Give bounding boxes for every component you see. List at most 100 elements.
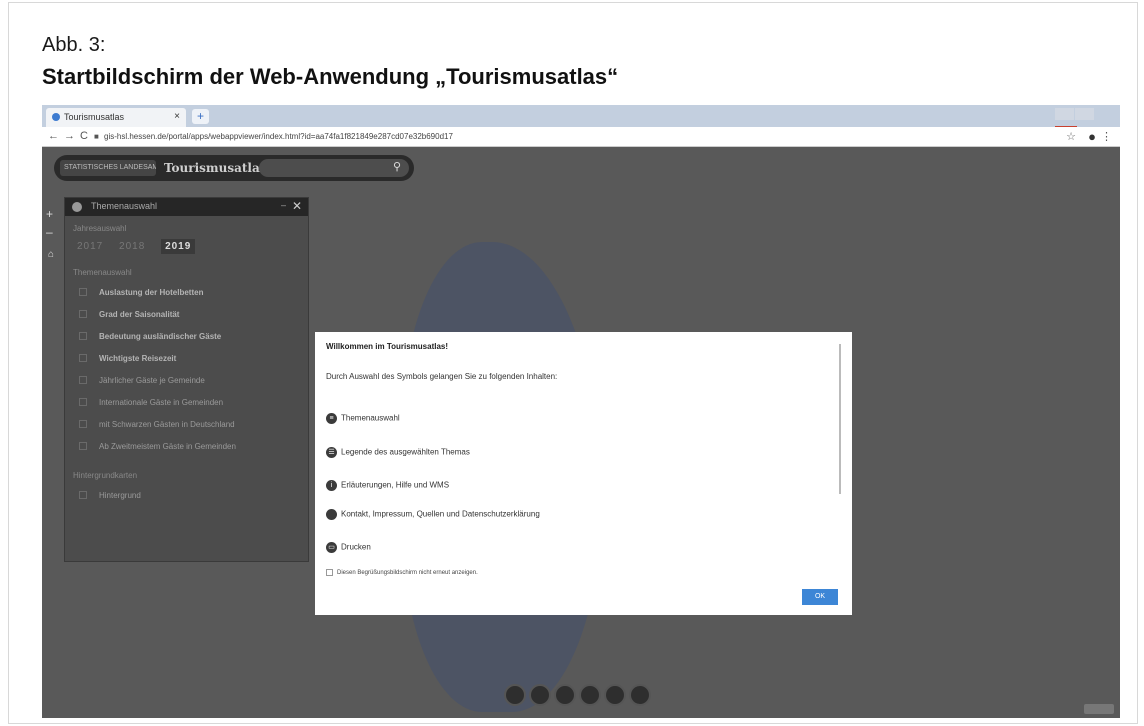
legend-icon: ☰	[326, 447, 337, 458]
background-label: Hintergrund	[99, 491, 141, 500]
map-search-input[interactable]: ⚲	[259, 159, 409, 177]
zoom-in-button[interactable]: +	[46, 205, 60, 223]
tab-title: Tourismusatlas	[64, 112, 125, 122]
dialog-item-label: Themenauswahl	[341, 413, 400, 423]
widget-toolbar	[504, 684, 660, 710]
contact-icon	[326, 509, 337, 520]
theme-checkbox[interactable]	[79, 442, 87, 450]
lock-icon: ■	[94, 132, 99, 141]
theme-label: Auslastung der Hotelbetten	[99, 288, 204, 297]
theme-checkbox[interactable]	[79, 420, 87, 428]
minimize-button[interactable]	[1055, 108, 1074, 120]
panel-close-icon[interactable]: ✕	[292, 199, 302, 213]
zoom-controls: + –	[46, 205, 60, 241]
theme-section-label: Themenauswahl	[73, 268, 132, 277]
dialog-title: Willkommen im Tourismusatlas!	[326, 342, 449, 351]
forward-icon[interactable]: →	[64, 130, 75, 142]
year-label: Jahresauswahl	[73, 224, 127, 233]
account-icon[interactable]: ●	[1088, 129, 1096, 144]
theme-label: Ab Zweitmeistem Gäste in Gemeinden	[99, 442, 236, 451]
theme-panel: Themenauswahl – ✕ Jahresauswahl 2017 201…	[64, 197, 309, 562]
legend-widget-button[interactable]	[529, 684, 551, 706]
dialog-intro: Durch Auswahl des Symbols gelangen Sie z…	[326, 372, 558, 381]
dialog-scrollbar[interactable]	[839, 344, 841, 494]
theme-checkbox[interactable]	[79, 354, 87, 362]
year-option[interactable]: 2017	[77, 241, 103, 252]
year-option-selected[interactable]: 2019	[161, 239, 196, 254]
year-option[interactable]: 2018	[119, 241, 145, 252]
theme-item[interactable]: Wichtigste Reisezeit	[65, 347, 308, 369]
dialog-item-label: Drucken	[341, 542, 371, 552]
statistics-office-logo: STATISTISCHES LANDESAMT	[60, 160, 156, 176]
figure-title: Startbildschirm der Web-Anwendung „Touri…	[42, 64, 619, 89]
tab-close-icon[interactable]: ×	[174, 111, 180, 122]
background-item[interactable]: Hintergrund	[65, 484, 308, 506]
checkbox-label: Diesen Begrüßungsbildschirm nicht erneut…	[337, 570, 478, 577]
dialog-item-label: Legende des ausgewählten Themas	[341, 447, 470, 457]
new-tab-button[interactable]: +	[192, 109, 209, 124]
theme-label: Jährlicher Gäste je Gemeinde	[99, 376, 205, 385]
window-controls	[1054, 107, 1116, 138]
browser-menu-icon[interactable]: ⋮	[1101, 130, 1112, 143]
app-header: STATISTISCHES LANDESAMT Tourismusatlas ⚲	[54, 155, 414, 181]
layers-icon	[72, 202, 82, 212]
ok-button[interactable]: OK	[802, 589, 838, 605]
map-view[interactable]: STATISTISCHES LANDESAMT Tourismusatlas ⚲…	[42, 147, 1120, 718]
figure-label: Abb. 3:	[42, 34, 106, 56]
theme-checkbox[interactable]	[79, 376, 87, 384]
favicon-icon	[52, 113, 60, 121]
theme-checkbox[interactable]	[79, 332, 87, 340]
theme-item[interactable]: Jährlicher Gäste je Gemeinde	[65, 369, 308, 391]
checkbox-box[interactable]	[326, 569, 333, 576]
dialog-item: ☰ Legende des ausgewählten Themas	[326, 447, 470, 458]
theme-label: Bedeutung ausländischer Gäste	[99, 332, 222, 341]
dialog-item: i Erläuterungen, Hilfe und WMS	[326, 480, 449, 491]
theme-label: Wichtigste Reisezeit	[99, 354, 177, 363]
welcome-dialog: Willkommen im Tourismusatlas! Durch Ausw…	[315, 332, 852, 615]
theme-label: mit Schwarzen Gästen in Deutschland	[99, 420, 235, 429]
background-checkbox[interactable]	[79, 491, 87, 499]
info-widget-button[interactable]	[554, 684, 576, 706]
panel-title: Themenauswahl	[91, 201, 158, 211]
print-icon: ▭	[326, 542, 337, 553]
bookmark-star-icon[interactable]: ☆	[1066, 130, 1076, 143]
browser-tabbar: Tourismusatlas × +	[42, 105, 1120, 138]
theme-item[interactable]: Internationale Gäste in Gemeinden	[65, 391, 308, 413]
theme-label: Internationale Gäste in Gemeinden	[99, 398, 224, 407]
panel-header: Themenauswahl – ✕	[65, 198, 308, 216]
theme-item[interactable]: mit Schwarzen Gästen in Deutschland	[65, 413, 308, 435]
dialog-item: ▭ Drucken	[326, 542, 371, 553]
home-icon[interactable]: ⌂	[48, 249, 54, 260]
theme-item[interactable]: Bedeutung ausländischer Gäste	[65, 325, 308, 347]
theme-item[interactable]: Ab Zweitmeistem Gäste in Gemeinden	[65, 435, 308, 457]
dialog-item: ≡ Themenauswahl	[326, 413, 400, 424]
browser-tab[interactable]: Tourismusatlas ×	[46, 108, 186, 127]
dialog-item: Kontakt, Impressum, Quellen und Datensch…	[326, 509, 540, 520]
theme-checkbox[interactable]	[79, 398, 87, 406]
dialog-item-label: Erläuterungen, Hilfe und WMS	[341, 480, 450, 490]
year-selector: 2017 2018 2019	[65, 233, 308, 254]
back-icon[interactable]: ←	[48, 130, 59, 142]
layers-widget-button[interactable]	[504, 684, 526, 706]
theme-item[interactable]: Auslastung der Hotelbetten	[65, 281, 308, 303]
print-widget-button[interactable]	[604, 684, 626, 706]
panel-minimize-icon[interactable]: –	[281, 200, 286, 210]
app-title: Tourismusatlas	[164, 161, 267, 175]
address-bar: ← → C ■ gis-hsl.hessen.de/portal/apps/we…	[42, 127, 1120, 147]
url-field[interactable]: gis-hsl.hessen.de/portal/apps/webappview…	[104, 132, 453, 141]
app-screenshot: Tourismusatlas × + ← → C ■ gis-hsl.hesse…	[42, 105, 1120, 718]
maximize-button[interactable]	[1075, 108, 1094, 120]
theme-checkbox[interactable]	[79, 288, 87, 296]
theme-label: Grad der Saisonalität	[99, 310, 180, 319]
dont-show-again-checkbox[interactable]: Diesen Begrüßungsbildschirm nicht erneut…	[326, 569, 478, 576]
reload-icon[interactable]: C	[80, 130, 88, 142]
zoom-out-button[interactable]: –	[46, 223, 60, 241]
theme-item[interactable]: Grad der Saisonalität	[65, 303, 308, 325]
contact-widget-button[interactable]	[579, 684, 601, 706]
background-section-label: Hintergrundkarten	[73, 471, 138, 480]
search-icon[interactable]: ⚲	[393, 160, 401, 173]
dialog-item-label: Kontakt, Impressum, Quellen und Datensch…	[341, 509, 540, 519]
theme-checkbox[interactable]	[79, 310, 87, 318]
share-widget-button[interactable]	[629, 684, 651, 706]
info-icon: i	[326, 480, 337, 491]
